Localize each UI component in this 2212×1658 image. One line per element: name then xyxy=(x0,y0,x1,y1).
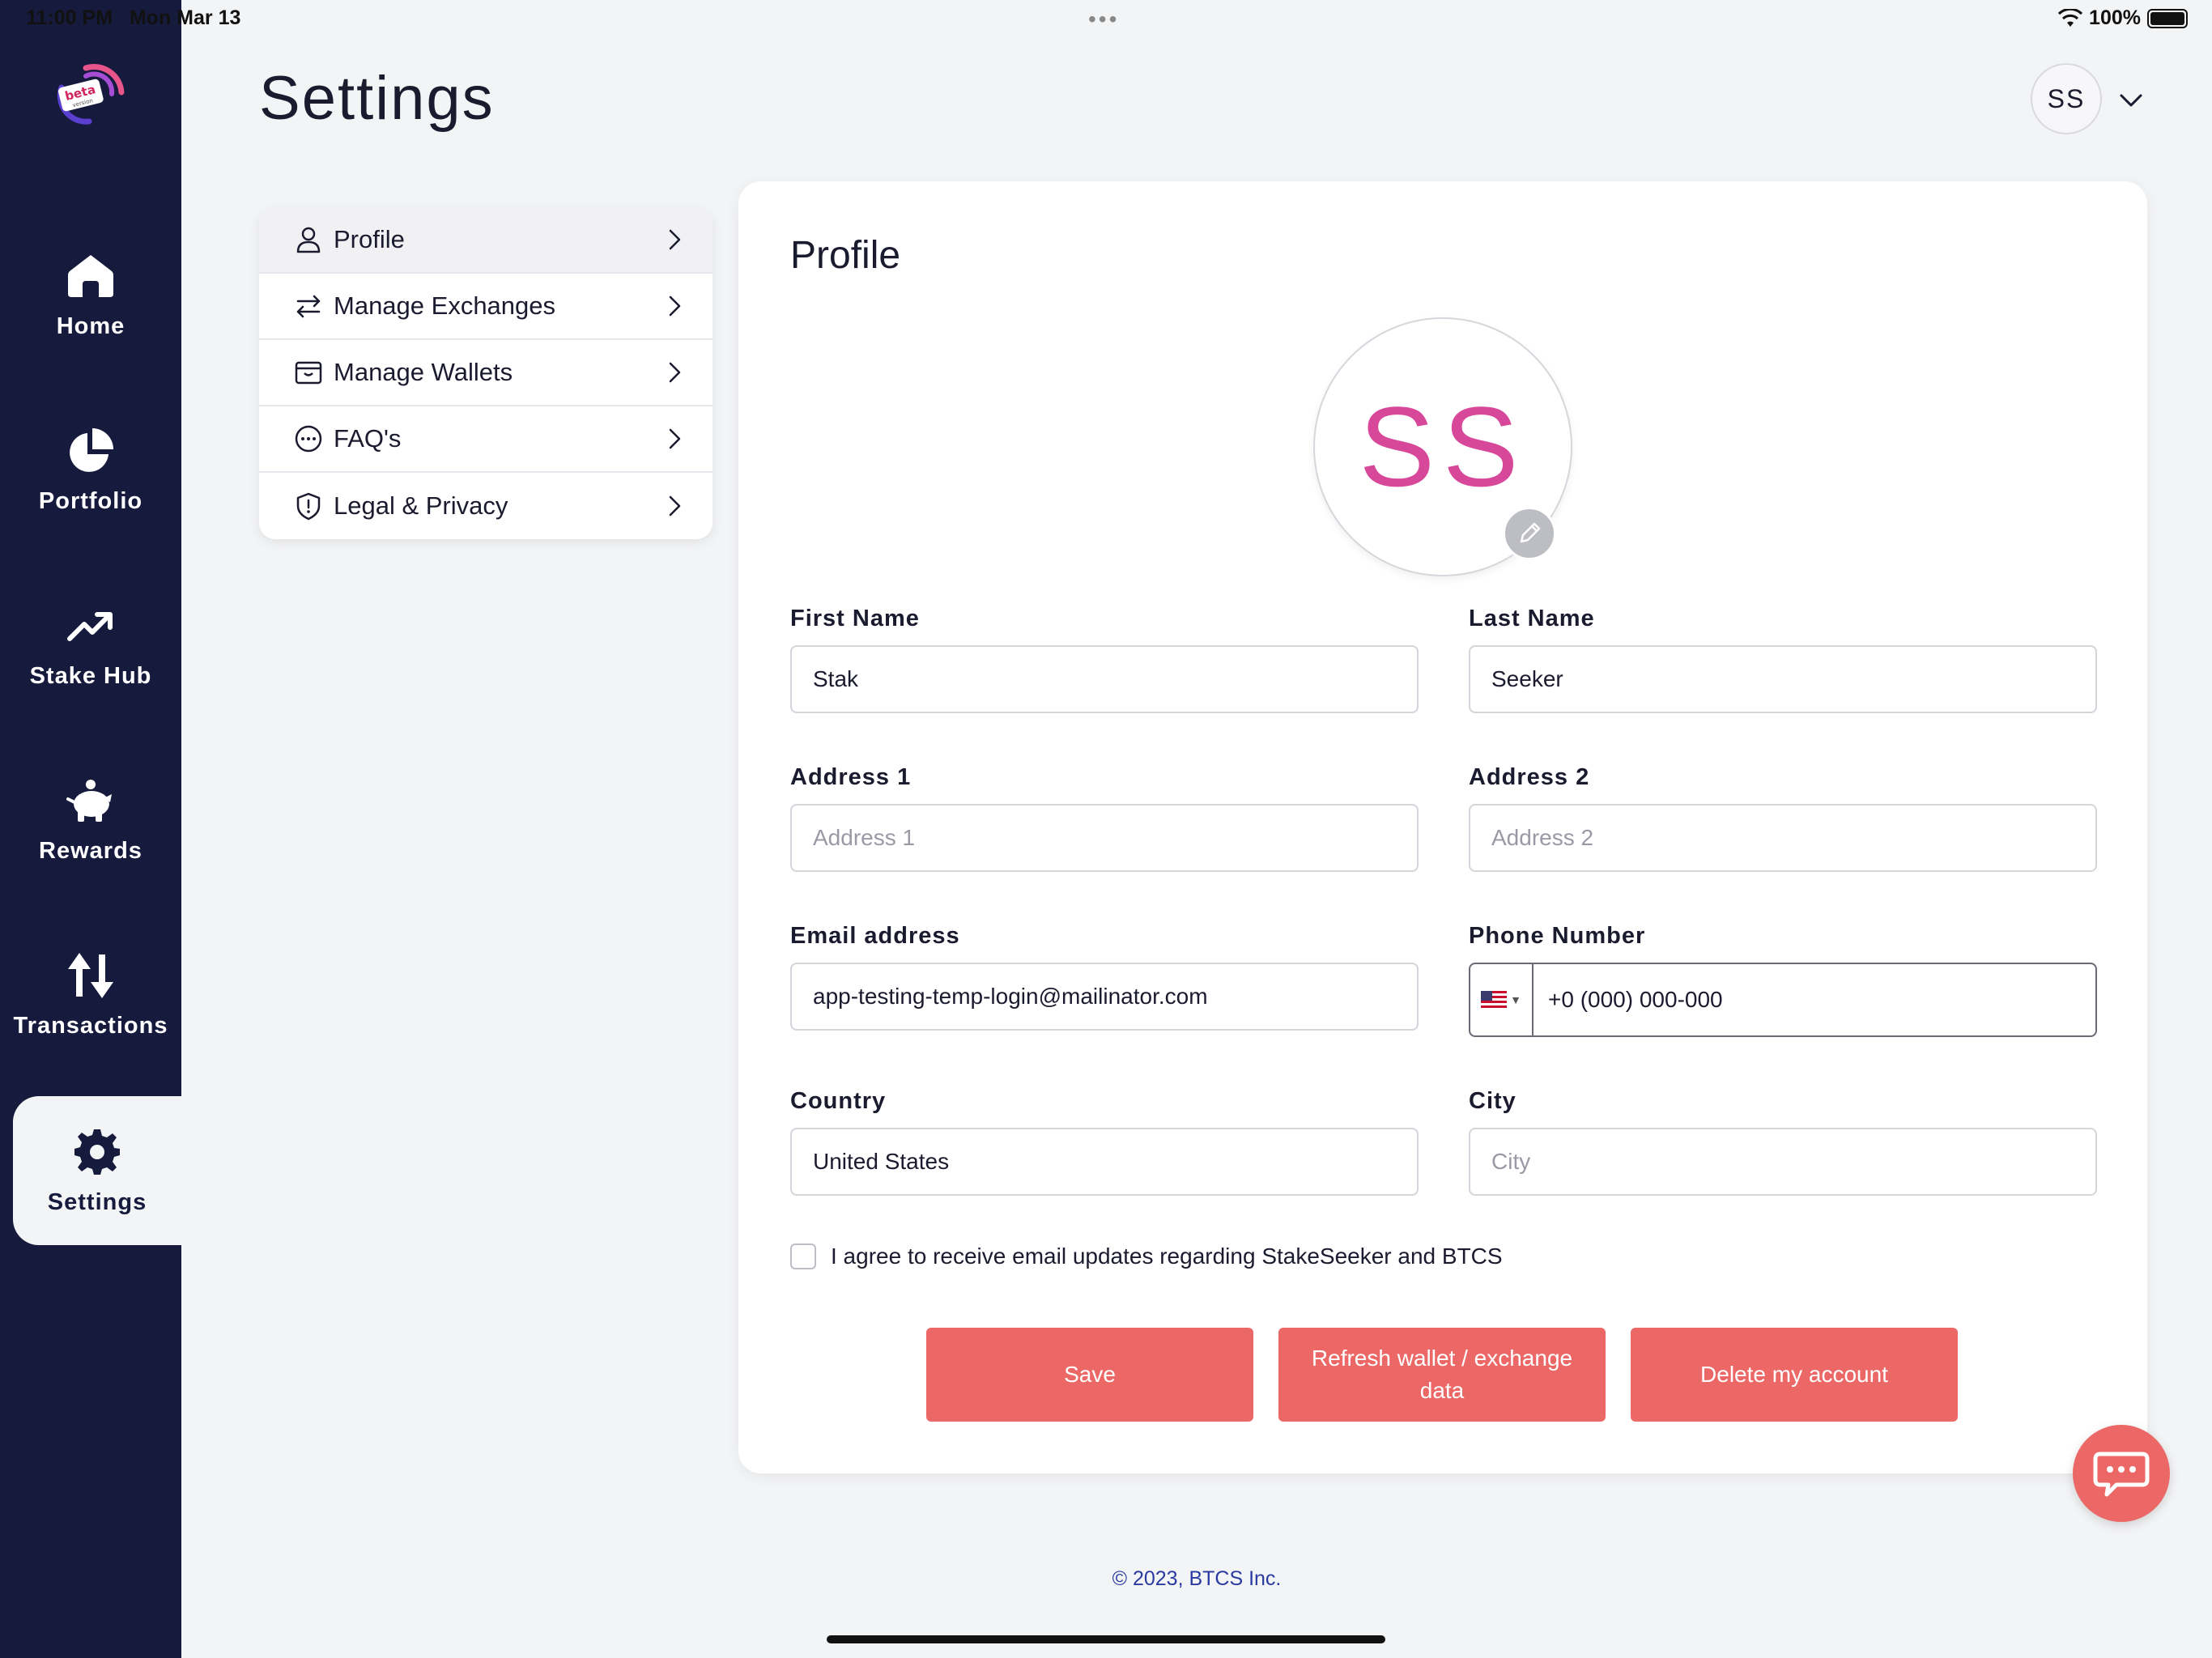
first-name-field: First Name Stak xyxy=(790,606,1419,713)
email-updates-consent: I agree to receive email updates regardi… xyxy=(790,1244,1503,1269)
wallet-icon xyxy=(295,361,322,385)
wifi-icon xyxy=(2058,8,2083,27)
shield-icon xyxy=(296,492,321,521)
nav-settings[interactable]: Settings xyxy=(13,1096,181,1245)
address2-input[interactable]: Address 2 xyxy=(1469,804,2097,872)
delete-account-button[interactable]: Delete my account xyxy=(1631,1328,1958,1422)
profile-title: Profile xyxy=(790,234,901,277)
settings-menu: Profile Manage Exchanges Manage Wallets … xyxy=(259,207,713,539)
phone-input: ▼ +0 (000) 000-000 xyxy=(1469,963,2097,1037)
menu-item-label: FAQ's xyxy=(334,424,402,453)
profile-avatar-initials: SS xyxy=(1359,383,1527,510)
address1-label: Address 1 xyxy=(790,764,912,790)
chevron-right-icon xyxy=(669,229,681,250)
nav-portfolio[interactable]: Portfolio xyxy=(0,395,181,544)
transfer-arrows-icon xyxy=(68,952,113,998)
user-icon xyxy=(296,227,321,253)
caret-down-icon: ▼ xyxy=(1510,993,1521,1006)
battery-icon xyxy=(2147,8,2188,28)
chat-support-button[interactable] xyxy=(2073,1425,2170,1522)
page-title: Settings xyxy=(259,64,495,133)
pie-chart-icon xyxy=(70,427,113,472)
swap-icon xyxy=(296,295,321,318)
chevron-right-icon xyxy=(669,295,681,317)
chat-dots-icon xyxy=(295,425,322,453)
address2-label: Address 2 xyxy=(1469,764,1590,790)
chevron-right-icon xyxy=(669,362,681,383)
battery-percent: 100% xyxy=(2089,6,2141,29)
home-indicator[interactable] xyxy=(827,1635,1385,1643)
footer-copyright: © 2023, BTCS Inc. xyxy=(1112,1567,1282,1590)
country-field: Country United States xyxy=(790,1088,1419,1196)
home-icon xyxy=(68,254,113,297)
email-updates-label: I agree to receive email updates regardi… xyxy=(831,1244,1503,1269)
nav-transactions-label: Transactions xyxy=(13,1012,168,1039)
app-logo[interactable]: beta version xyxy=(53,63,125,126)
piggy-bank-icon xyxy=(66,779,112,822)
menu-item-label: Legal & Privacy xyxy=(334,491,508,520)
profile-card: Profile SS First Name Stak Last Name See… xyxy=(738,181,2147,1473)
gear-icon xyxy=(74,1129,120,1175)
pencil-icon xyxy=(1520,522,1541,543)
phone-number-input[interactable]: +0 (000) 000-000 xyxy=(1534,987,1723,1013)
email-updates-checkbox[interactable] xyxy=(790,1244,816,1269)
first-name-input[interactable]: Stak xyxy=(790,645,1419,713)
status-time: 11:00 PM Mon Mar 13 xyxy=(26,6,241,29)
save-button[interactable]: Save xyxy=(926,1328,1253,1422)
user-avatar[interactable]: SS xyxy=(2031,63,2102,134)
address2-field: Address 2 Address 2 xyxy=(1469,764,2097,872)
menu-item-label: Manage Exchanges xyxy=(334,291,556,320)
menu-item-label: Manage Wallets xyxy=(334,358,513,386)
menu-item-faqs[interactable]: FAQ's xyxy=(259,406,713,473)
email-input[interactable]: app-testing-temp-login@mailinator.com xyxy=(790,963,1419,1031)
us-flag-icon xyxy=(1481,991,1508,1009)
chevron-right-icon xyxy=(669,495,681,517)
last-name-field: Last Name Seeker xyxy=(1469,606,2097,713)
email-field: Email address app-testing-temp-login@mai… xyxy=(790,923,1419,1031)
last-name-input[interactable]: Seeker xyxy=(1469,645,2097,713)
nav-transactions[interactable]: Transactions xyxy=(0,920,181,1069)
menu-item-profile[interactable]: Profile xyxy=(259,207,713,274)
trending-up-icon xyxy=(67,611,113,641)
chevron-right-icon xyxy=(669,428,681,449)
status-bar: 11:00 PM Mon Mar 13 ••• 100% xyxy=(0,0,2212,39)
phone-field: Phone Number ▼ +0 (000) 000-000 xyxy=(1469,923,2097,1037)
nav-rewards[interactable]: Rewards xyxy=(0,745,181,894)
multitasking-dots-icon[interactable]: ••• xyxy=(1088,6,1119,32)
chat-bubble-icon xyxy=(2093,1452,2150,1497)
menu-item-manage-wallets[interactable]: Manage Wallets xyxy=(259,340,713,406)
address1-input[interactable]: Address 1 xyxy=(790,804,1419,872)
menu-item-manage-exchanges[interactable]: Manage Exchanges xyxy=(259,274,713,340)
refresh-data-button[interactable]: Refresh wallet / exchange data xyxy=(1278,1328,1606,1422)
menu-item-legal-privacy[interactable]: Legal & Privacy xyxy=(259,473,713,539)
first-name-label: First Name xyxy=(790,606,920,631)
nav-portfolio-label: Portfolio xyxy=(38,487,143,514)
phone-label: Phone Number xyxy=(1469,923,1646,949)
email-label: Email address xyxy=(790,923,960,949)
city-field: City City xyxy=(1469,1088,2097,1196)
nav-settings-label: Settings xyxy=(47,1188,147,1215)
sidebar: beta version Home Portfolio Stake Hub Re… xyxy=(0,0,181,1658)
status-indicators: 100% xyxy=(2058,6,2188,30)
nav-stake-hub-label: Stake Hub xyxy=(29,662,152,689)
address1-field: Address 1 Address 1 xyxy=(790,764,1419,872)
nav-stake-hub[interactable]: Stake Hub xyxy=(0,570,181,719)
status-date: Mon Mar 13 xyxy=(129,6,241,29)
edit-avatar-button[interactable] xyxy=(1503,507,1556,560)
city-label: City xyxy=(1469,1088,1516,1114)
nav-home[interactable]: Home xyxy=(0,220,181,369)
last-name-label: Last Name xyxy=(1469,606,1595,631)
city-input[interactable]: City xyxy=(1469,1128,2097,1196)
menu-item-label: Profile xyxy=(334,225,405,253)
country-input[interactable]: United States xyxy=(790,1128,1419,1196)
country-code-select[interactable]: ▼ xyxy=(1470,964,1534,1035)
country-label: Country xyxy=(790,1088,887,1114)
chevron-down-icon[interactable] xyxy=(2115,84,2147,117)
nav-rewards-label: Rewards xyxy=(39,837,143,864)
nav-home-label: Home xyxy=(56,312,125,339)
